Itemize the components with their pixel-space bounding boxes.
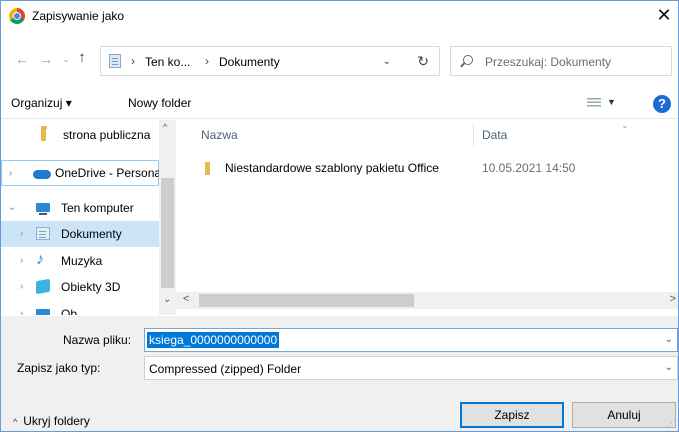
computer-icon [36,203,50,215]
breadcrumb-documents[interactable]: Dokumenty [219,55,280,69]
resize-grip-icon[interactable]: ⋰ [667,418,676,429]
file-type-select[interactable]: Compressed (zipped) Folder ⌄ [144,356,678,380]
scroll-up-icon[interactable]: ^ [163,122,167,132]
folder-icon [36,309,50,315]
hide-folders-label: Ukryj foldery [23,414,90,428]
save-button[interactable]: Zapisz [460,402,564,428]
refresh-icon[interactable]: ↻ [417,53,429,70]
chevron-right-icon[interactable]: › [20,308,23,315]
sidebar-item-label: Muzyka [61,254,103,268]
search-icon [463,55,473,65]
save-form: Nazwa pliku: ksiega_0000000000000 ⌄ Zapi… [1,316,678,431]
music-note-icon [36,251,50,269]
breadcrumb-separator: › [205,54,209,68]
horizontal-scrollbar[interactable]: < > [177,292,678,309]
sidebar-item-label: Ob... [61,307,88,315]
scrollbar-thumb[interactable] [199,294,414,307]
chevron-right-icon[interactable]: › [20,228,23,239]
forward-arrow-icon[interactable]: → [37,51,55,67]
filename-selected-text[interactable]: ksiega_0000000000000 [147,332,280,348]
file-type-value: Compressed (zipped) Folder [149,362,302,376]
chevron-right-icon[interactable]: › [9,168,12,179]
save-as-dialog: Zapisywanie jako ✕ ← → ⌄ ↑ › Ten ko... ›… [0,0,679,432]
chevron-down-icon: ⌄ [163,294,172,305]
address-bar[interactable]: › Ten ko... › Dokumenty ⌄ ↻ [100,46,440,76]
folder-icon [205,162,210,175]
cancel-button[interactable]: Anuluj [572,402,676,428]
filename-label: Nazwa pliku: [63,333,132,347]
toolbar: Organizuj ▾ Nowy folder ▼ ? [1,89,678,119]
sidebar-item-label: Obiekty 3D [61,280,121,294]
sidebar-item-this-pc[interactable]: ⌄ Ten komputer [1,195,159,221]
sidebar-item-documents[interactable]: › Dokumenty [1,221,159,247]
column-header-date[interactable]: Data [482,128,507,142]
breadcrumb-separator: › [131,54,135,68]
window-title: Zapisywanie jako [32,9,125,23]
sidebar-scrollbar[interactable]: ^ ⌄ [159,120,176,315]
up-arrow-icon[interactable]: ↑ [73,49,91,66]
chevron-down-icon[interactable]: ⌄ [665,362,673,373]
breadcrumb-this-pc[interactable]: Ten ko... [145,55,190,69]
documents-folder-icon [109,54,121,68]
scrollbar-thumb[interactable] [161,178,174,288]
scroll-right-icon[interactable]: > [670,293,676,305]
column-divider[interactable] [473,124,474,146]
search-placeholder: Przeszukaj: Dokumenty [485,55,612,69]
onedrive-cloud-icon [33,170,51,179]
chevron-right-icon[interactable]: › [20,281,23,292]
sidebar-item-label: OneDrive - Personal [55,166,164,180]
close-icon[interactable]: ✕ [652,4,676,28]
chevron-down-icon[interactable]: ⌄ [665,334,673,345]
3d-objects-icon [36,278,50,295]
sidebar-item-music[interactable]: › Muzyka [1,248,159,274]
sidebar-item-strona-publiczna[interactable]: strona publiczna [1,122,159,148]
hide-folders-button[interactable]: ^ Ukryj foldery [13,414,90,428]
filename-field[interactable]: ksiega_0000000000000 ⌄ [144,328,678,352]
chevron-down-icon[interactable]: ⌄ [383,56,391,67]
chevron-down-icon[interactable]: ⌄ [8,202,16,213]
documents-icon [36,227,50,240]
sidebar-item-onedrive[interactable]: › OneDrive - Personal [1,160,164,186]
chevron-up-icon: ^ [13,417,18,427]
sidebar-item-label: Ten komputer [61,201,134,215]
view-dropdown-icon[interactable]: ▼ [607,97,616,107]
search-input[interactable]: Przeszukaj: Dokumenty [450,46,672,76]
scrollbar-corner: ⌄ [159,292,177,309]
title-bar: Zapisywanie jako ✕ [1,1,678,31]
column-header-name[interactable]: Nazwa [201,128,238,142]
organize-button[interactable]: Organizuj ▾ [11,96,72,110]
folder-icon [41,126,47,141]
sidebar-item-label: strona publiczna [63,128,151,142]
sidebar-item-partial[interactable]: › Ob... [1,301,159,315]
view-options-icon[interactable] [587,98,601,108]
chevron-right-icon[interactable]: › [20,255,23,266]
chrome-icon [9,8,25,24]
navigation-pane: strona publiczna › OneDrive - Personal ⌄… [1,120,177,315]
file-list: ⌄ Nazwa Data Niestandardowe szablony pak… [159,120,678,315]
scroll-left-icon[interactable]: < [183,293,189,305]
address-row: ← → ⌄ ↑ › Ten ko... › Dokumenty ⌄ ↻ Prze… [1,39,678,81]
help-icon[interactable]: ? [653,95,671,113]
file-type-label: Zapisz jako typ: [17,361,101,375]
table-row[interactable]: Niestandardowe szablony pakietu Office 1… [195,158,665,180]
sidebar-item-label: Dokumenty [61,227,122,241]
new-folder-button[interactable]: Nowy folder [128,96,191,110]
file-date: 10.05.2021 14:50 [482,161,576,175]
file-name: Niestandardowe szablony pakietu Office [225,161,439,175]
back-arrow-icon[interactable]: ← [13,51,31,67]
sort-chevron-icon: ⌄ [621,120,629,130]
sidebar-item-3d-objects[interactable]: › Obiekty 3D [1,274,159,300]
